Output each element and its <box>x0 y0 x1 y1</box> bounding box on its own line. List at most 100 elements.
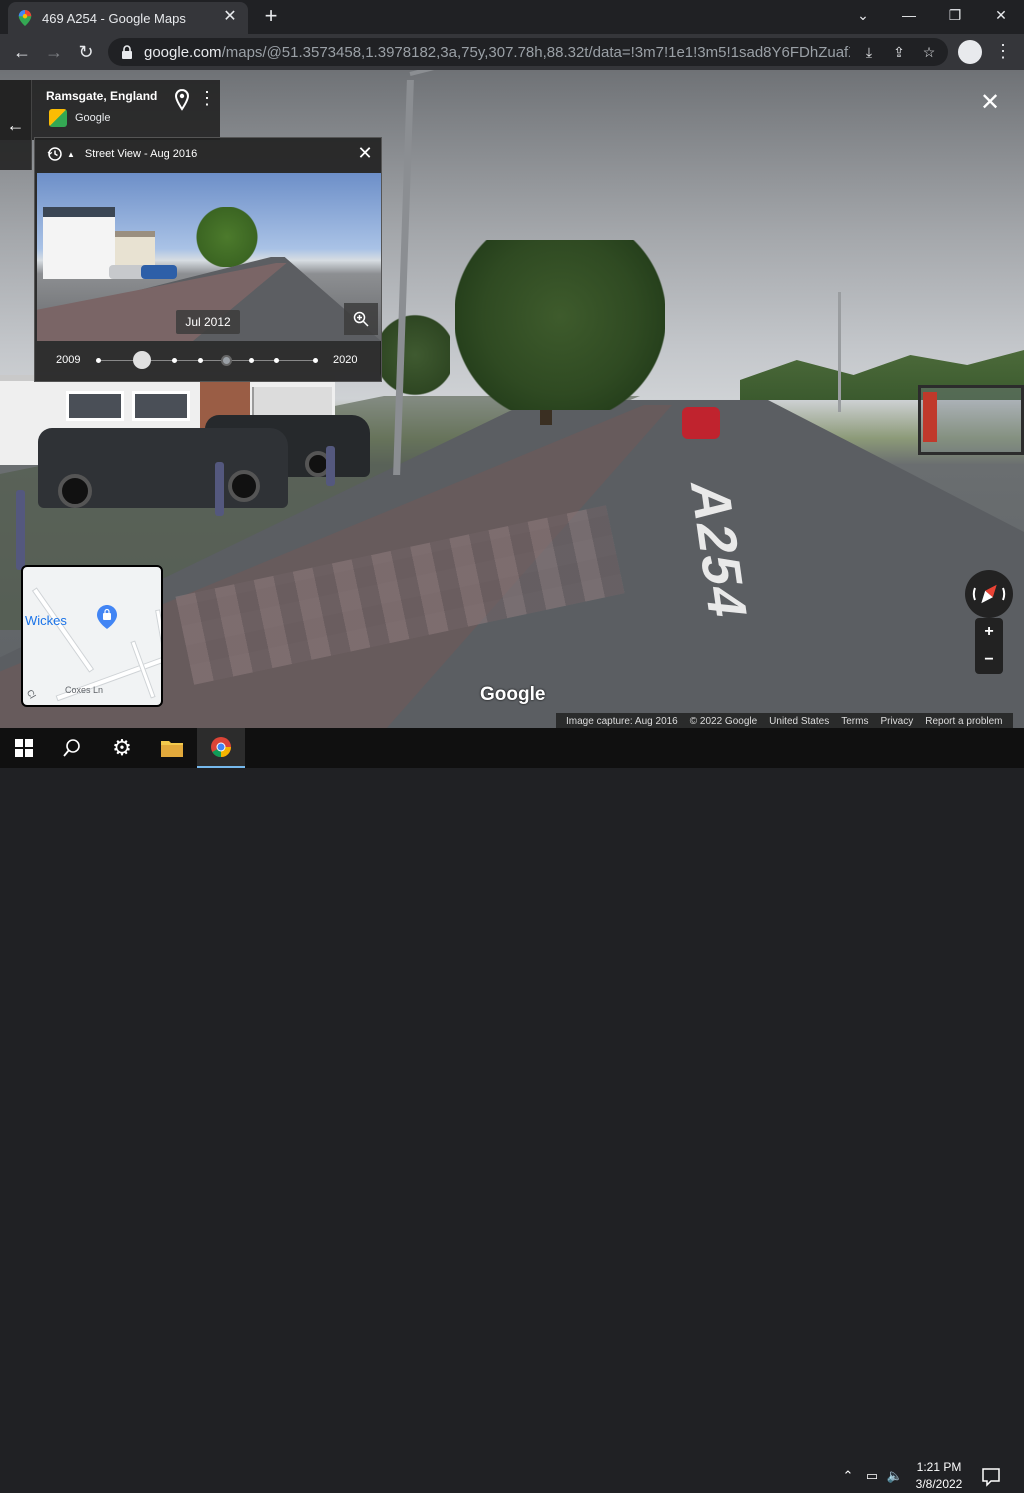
timeline-stop[interactable] <box>249 358 254 363</box>
zoom-in-magnifier-icon <box>353 311 369 327</box>
building-window <box>66 391 124 421</box>
forward-button[interactable]: → <box>40 38 68 66</box>
car-wheel <box>228 470 260 502</box>
back-button[interactable]: ← <box>8 38 36 66</box>
location-pin-icon[interactable] <box>174 89 190 111</box>
zoom-out-button[interactable]: − <box>975 646 1003 674</box>
timeline-end-year: 2020 <box>333 354 358 366</box>
windows-taskbar: ⚙ ⌃ ▭ 🔈 1:21 PM 3/8/2022 <box>0 728 1024 1491</box>
terms-link[interactable]: Terms <box>841 716 868 727</box>
restore-button[interactable]: ❐ <box>932 0 978 30</box>
folder-icon <box>161 741 183 757</box>
url-path: /maps/@51.3573458,1.3978182,3a,75y,307.7… <box>221 43 850 61</box>
file-explorer-button[interactable] <box>148 728 196 768</box>
timeline-stop[interactable] <box>198 358 203 363</box>
tab-title: 469 A254 - Google Maps <box>42 10 186 26</box>
caret-up-icon: ▲ <box>67 149 75 159</box>
new-tab-button[interactable]: + <box>260 5 282 28</box>
volume-icon[interactable]: 🔈 <box>885 1464 905 1488</box>
reload-button[interactable]: ↻ <box>72 38 100 66</box>
search-button[interactable] <box>48 728 96 768</box>
google-wordmark: Google <box>480 684 546 705</box>
google-maps-icon <box>18 10 32 26</box>
tree <box>380 300 450 410</box>
building-window <box>132 391 190 421</box>
minimap-street-label: Coxes Ln <box>65 685 104 695</box>
timeline-close-icon[interactable]: ✕ <box>357 144 373 162</box>
system-clock[interactable]: 1:21 PM 3/8/2022 <box>907 1459 971 1493</box>
street-lamp-arm <box>409 70 481 76</box>
timeline-stop[interactable] <box>96 358 101 363</box>
timeline-slider-track[interactable] <box>98 360 316 361</box>
url-host: google.com <box>144 43 222 61</box>
moving-car <box>682 407 720 439</box>
browser-window: 469 A254 - Google Maps ✕ + ⌄ — ❐ ✕ ← → ↻… <box>0 0 1024 729</box>
close-window-button[interactable]: ✕ <box>978 0 1024 30</box>
tab-close-icon[interactable]: ✕ <box>222 9 238 26</box>
preview-zoom-button[interactable] <box>344 303 378 335</box>
advert-panel <box>923 392 937 442</box>
show-hidden-icons-chevron-icon[interactable]: ⌃ <box>838 1464 858 1488</box>
place-name[interactable]: Ramsgate, England <box>46 89 157 103</box>
preview-building <box>43 207 115 279</box>
history-clock-icon <box>47 147 62 161</box>
shopping-pin-icon[interactable] <box>97 605 117 629</box>
settings-app-button[interactable]: ⚙ <box>98 728 146 768</box>
timeline-start-year: 2009 <box>56 354 81 366</box>
bookmark-star-icon[interactable]: ☆ <box>918 41 940 63</box>
notification-center-icon[interactable] <box>978 1464 1004 1490</box>
bollard <box>326 446 335 486</box>
copyright-text: © 2022 Google <box>689 715 758 727</box>
more-options-icon[interactable]: ⋮ <box>198 88 216 110</box>
timeline-stop-current[interactable] <box>221 355 232 366</box>
preview-date-badge: Jul 2012 <box>176 310 240 334</box>
browser-menu-icon[interactable]: ⋮ <box>994 38 1012 66</box>
bus-shelter <box>918 385 1024 455</box>
car-wheel <box>58 474 92 508</box>
tree <box>455 240 665 410</box>
timeline-header[interactable]: ▲ Street View - Aug 2016 <box>47 146 197 162</box>
timeline-stop[interactable] <box>274 358 279 363</box>
compass-button[interactable] <box>965 570 1013 618</box>
browser-toolbar: ← → ↻ google.com /maps/@51.3573458,1.397… <box>0 34 1024 70</box>
region-link[interactable]: United States <box>769 716 829 727</box>
timeline-slider-thumb[interactable] <box>133 351 151 369</box>
zoom-in-button[interactable]: + <box>975 618 1003 646</box>
bollard <box>215 462 224 516</box>
street-view-back-button[interactable]: ← <box>0 80 32 170</box>
preview-car <box>141 265 177 279</box>
address-bar[interactable]: google.com /maps/@51.3573458,1.3978182,3… <box>108 38 948 66</box>
minimize-button[interactable]: — <box>886 0 932 30</box>
minimap-place-label[interactable]: Wickes <box>25 613 67 628</box>
privacy-link[interactable]: Privacy <box>880 716 913 727</box>
attribution-bar: Image capture: Aug 2016 © 2022 Google Un… <box>556 713 1013 729</box>
search-icon <box>63 739 80 757</box>
compass-needle-icon <box>972 584 1006 604</box>
tab-strip: 469 A254 - Google Maps ✕ + ⌄ — ❐ ✕ <box>0 0 1024 34</box>
profile-avatar-icon[interactable] <box>958 40 982 64</box>
street-lamp <box>838 292 841 412</box>
minimap[interactable]: Wickes Coxes Ln Cl <box>21 565 163 707</box>
minimap-road <box>31 587 95 673</box>
timeline-stop[interactable] <box>313 358 318 363</box>
chrome-taskbar-button[interactable] <box>197 728 245 768</box>
gear-icon: ⚙ <box>112 735 132 760</box>
tab-google-maps[interactable]: 469 A254 - Google Maps ✕ <box>8 2 248 34</box>
share-icon[interactable]: ⇪ <box>888 41 910 63</box>
bollard <box>16 490 25 570</box>
google-maps-logo-icon <box>49 109 67 127</box>
street-view-timeline-panel: ▲ Street View - Aug 2016 ✕ <box>34 137 382 382</box>
tab-search-icon[interactable]: ⌄ <box>840 0 886 30</box>
start-button[interactable] <box>0 728 48 768</box>
network-icon[interactable]: ▭ <box>862 1464 882 1488</box>
place-source: Google <box>75 112 111 124</box>
install-icon[interactable]: ⤓ <box>858 41 880 63</box>
image-capture-date: Image capture: Aug 2016 <box>566 715 678 727</box>
lock-icon <box>122 45 132 59</box>
report-problem-link[interactable]: Report a problem <box>925 716 1002 727</box>
timeline-stop[interactable] <box>172 358 177 363</box>
close-street-view-icon[interactable]: ✕ <box>980 91 1000 115</box>
clock-date: 3/8/2022 <box>915 1477 963 1491</box>
windows-logo-icon <box>15 739 33 757</box>
clock-time: 1:21 PM <box>916 1460 962 1474</box>
